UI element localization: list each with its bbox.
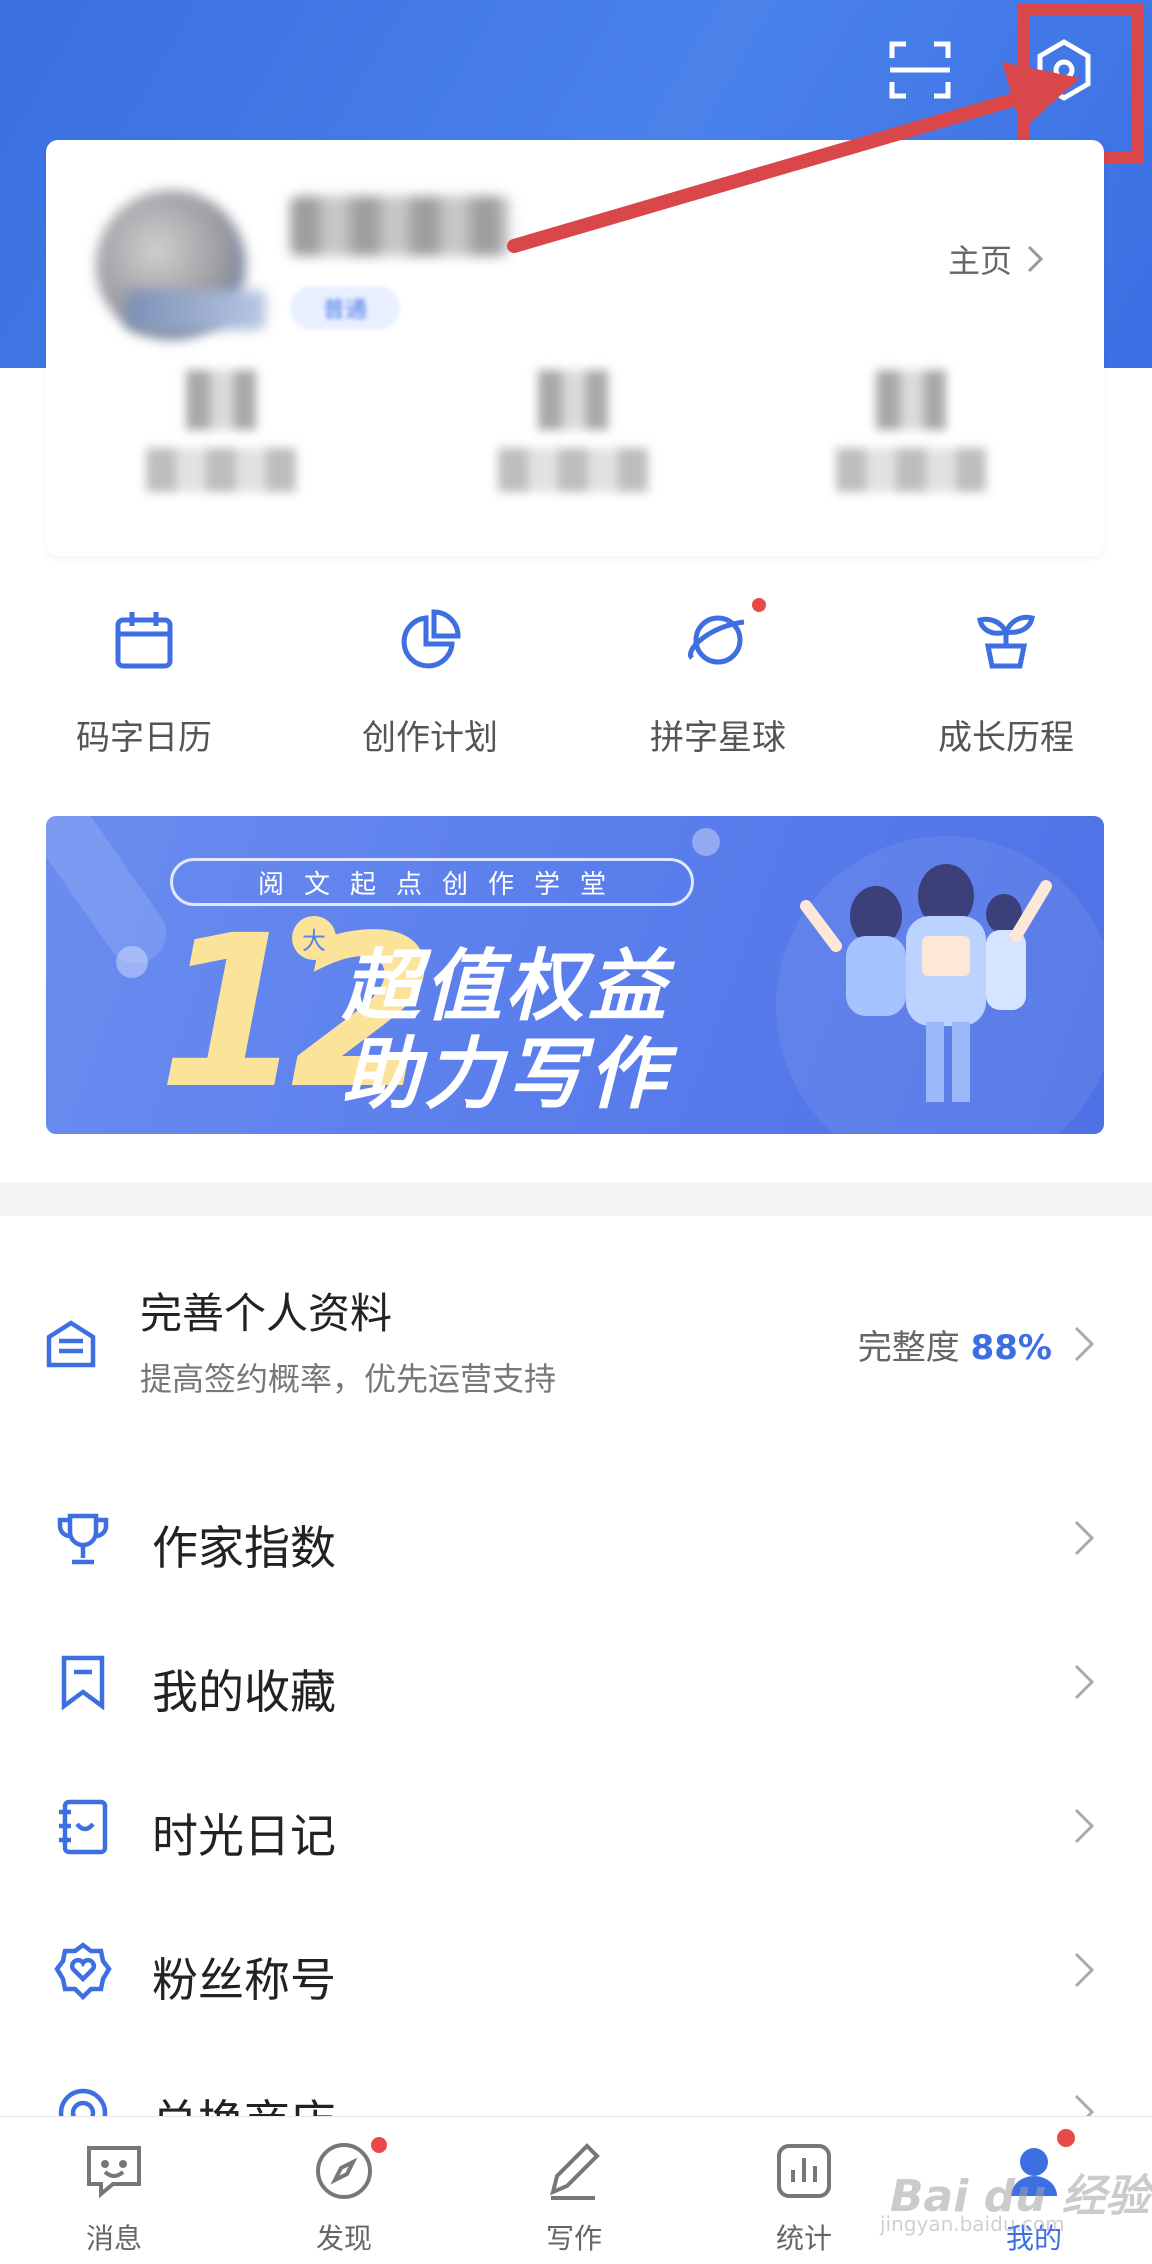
quick-action-label: 成长历程	[938, 718, 1074, 758]
trophy-icon	[57, 1513, 109, 1565]
quick-action-label: 创作计划	[362, 718, 498, 758]
completeness-indicator: 完整度 88%	[858, 1320, 1052, 1369]
menu-item-fan-title[interactable]: 粉丝称号	[0, 1898, 1152, 2042]
profile-completion-row[interactable]: 完善个人资料 提高签约概率，优先运营支持 完整度 88%	[0, 1270, 1152, 1420]
notification-dot	[752, 598, 766, 612]
bookmark-icon	[61, 1655, 105, 1711]
pie-chart-icon	[401, 609, 461, 669]
nav-messages[interactable]: 消息	[34, 2137, 194, 2257]
username-blurred	[290, 196, 510, 256]
profile-card[interactable]: 普通 主页	[46, 140, 1104, 556]
banner-badge: 大	[292, 916, 336, 960]
stat-2-blurred[interactable]	[498, 370, 658, 510]
pen-icon	[550, 2143, 600, 2200]
menu-label: 作家指数	[152, 1521, 336, 1575]
chevron-right-icon	[1074, 1808, 1095, 1844]
notification-dot	[1057, 2129, 1075, 2147]
quick-action-label: 码字日历	[76, 718, 212, 758]
completeness-value: 88%	[970, 1328, 1052, 1368]
section-divider	[0, 1182, 1152, 1216]
menu-item-diary[interactable]: 时光日记	[0, 1754, 1152, 1898]
stat-3-blurred[interactable]	[836, 370, 996, 510]
menu-item-favorites[interactable]: 我的收藏	[0, 1610, 1152, 1754]
avatar-badge-blurred	[126, 290, 266, 330]
level-tag: 普通	[290, 286, 400, 330]
banner-illustration	[800, 864, 1052, 1102]
compass-icon	[316, 2143, 372, 2199]
menu-label: 粉丝称号	[152, 1953, 336, 2007]
sprout-icon	[977, 614, 1035, 669]
completeness-label: 完整度	[857, 1328, 960, 1368]
nav-write[interactable]: 写作	[494, 2137, 654, 2257]
scan-button[interactable]	[880, 30, 960, 110]
quick-actions: 码字日历 创作计划 拼字星球 成长历程	[0, 598, 1152, 770]
nav-label: 统计	[775, 2222, 832, 2255]
nav-stats[interactable]: 统计	[724, 2137, 884, 2257]
quick-action-label: 拼字星球	[650, 718, 786, 758]
notification-dot	[371, 2137, 387, 2153]
message-icon	[87, 2146, 141, 2199]
diary-icon	[59, 1799, 108, 1855]
menu-item-writer-index[interactable]: 作家指数	[0, 1466, 1152, 1610]
fan-badge-icon	[54, 1942, 112, 2001]
homepage-link[interactable]: 主页	[948, 236, 1044, 282]
chevron-right-icon	[1074, 1326, 1095, 1362]
promo-banner[interactable]: 阅文起点创作学堂 12 大 超值权益 助力写作	[46, 816, 1104, 1134]
profile-completion-subtitle: 提高签约概率，优先运营支持	[140, 1360, 557, 1398]
nav-label: 写作	[545, 2222, 602, 2255]
watermark-url: jingyan.baidu.com	[880, 2212, 1065, 2236]
chevron-right-icon	[1074, 1952, 1095, 1988]
scan-icon	[889, 41, 951, 99]
homepage-label: 主页	[947, 242, 1012, 280]
menu-label: 我的收藏	[152, 1665, 336, 1719]
chevron-right-icon	[1027, 245, 1044, 273]
quick-action-calendar[interactable]: 码字日历	[44, 600, 244, 770]
stat-1-blurred[interactable]	[146, 370, 306, 510]
planet-icon	[688, 615, 745, 665]
nav-label: 消息	[85, 2222, 142, 2255]
stats-icon	[777, 2144, 831, 2198]
chevron-right-icon	[1074, 1664, 1095, 1700]
profile-card-icon	[46, 1320, 96, 1368]
calendar-icon	[115, 612, 173, 669]
chevron-right-icon	[1074, 1520, 1095, 1556]
quick-action-growth[interactable]: 成长历程	[906, 600, 1106, 770]
profile-completion-title: 完善个人资料	[140, 1289, 393, 1338]
quick-action-plan[interactable]: 创作计划	[330, 600, 530, 770]
nav-discover[interactable]: 发现	[264, 2137, 424, 2257]
banner-headline-2: 助力写作	[342, 1030, 671, 1120]
menu-label: 时光日记	[152, 1809, 336, 1863]
quick-action-planet[interactable]: 拼字星球	[618, 598, 818, 770]
nav-label: 发现	[315, 2222, 372, 2255]
